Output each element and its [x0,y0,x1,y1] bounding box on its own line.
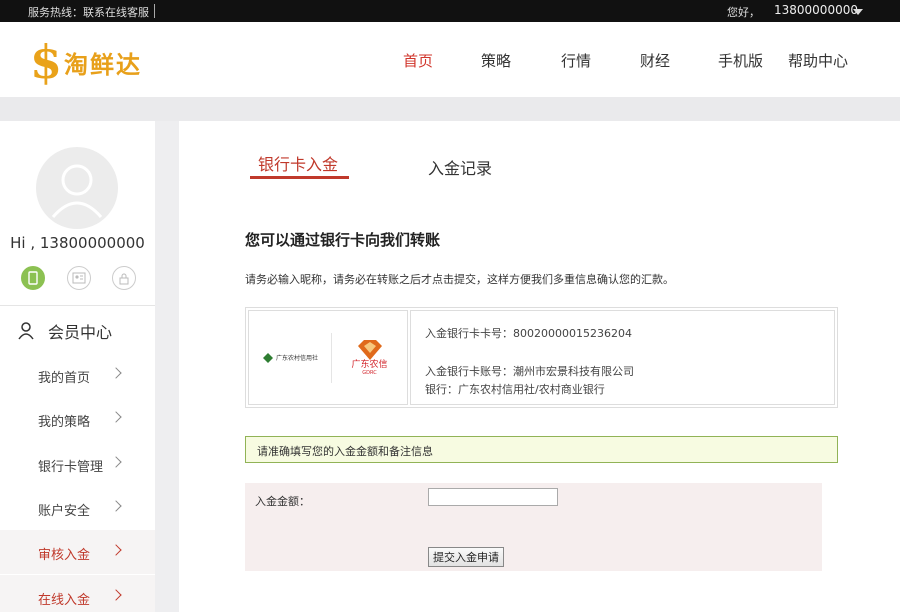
avatar[interactable] [36,147,118,229]
bank-logos: 广东农村信用社 广东农信 GDRC [248,310,408,405]
verification-icons [21,266,136,290]
chevron-down-icon[interactable] [853,9,863,15]
chevron-right-icon [110,500,122,512]
submit-deposit-button[interactable]: 提交入金申请 [428,547,504,567]
chevron-right-icon [110,589,122,601]
member-center-label: 会员中心 [48,323,113,342]
user-greeting: Hi , 13800000000 [10,234,145,252]
hint-banner: 请准确填写您的入金金额和备注信息 [245,436,838,463]
sidebar-item-online-deposit[interactable]: 在线入金 [0,575,155,612]
main-content: 银行卡入金 入金记录 您可以通过银行卡向我们转账 请务必输入昵称，请务必在转账之… [179,121,900,612]
sidebar-item-home[interactable]: 我的首页 [0,353,155,397]
account-name: 入金银行卡账号：潮州市宏景科技有限公司 [425,365,634,378]
sidebar-divider [0,305,155,306]
sidebar-item-label: 银行卡管理 [38,460,104,475]
gdrc-logo: 广东农信 GDRC [332,339,407,376]
sidebar-item-label: 审核入金 [38,548,91,563]
nav-strategy[interactable]: 策略 [481,50,511,71]
rcc-logo: 广东农村信用社 [249,352,331,364]
rcc-logo-icon [262,352,273,363]
hotline-text: 服务热线：联系在线客服 [28,6,149,19]
card-number: 入金银行卡卡号：80020000015236204 [425,327,632,340]
logo[interactable]: $ 淘鲜达 [30,38,142,86]
deposit-form: 入金金额： 提交入金申请 [245,483,822,571]
greeting-text: 您好， [727,6,760,19]
topbar-divider [154,4,155,18]
sidebar-item-label: 在线入金 [38,593,91,608]
sidebar-item-bank-card[interactable]: 银行卡管理 [0,442,155,486]
bank-details: 入金银行卡卡号：80020000015236204 入金银行卡账号：潮州市宏景科… [410,310,835,405]
top-bar: 服务热线：联系在线客服 您好， 13800000000 [0,0,900,22]
chevron-right-icon [110,544,122,556]
tab-deposit-records[interactable]: 入金记录 [428,155,492,179]
page-title: 您可以通过银行卡向我们转账 [245,231,441,249]
bank-name: 银行：广东农村信用社/农村商业银行 [425,383,605,396]
active-tab-indicator [250,176,349,179]
lock-icon[interactable] [112,266,136,290]
amount-input[interactable] [428,488,558,506]
nav-mobile[interactable]: 手机版 [718,50,763,71]
nav-finance[interactable]: 财经 [640,50,670,71]
id-card-icon[interactable] [66,266,91,290]
gdrc-logo-text: 广东农信 [351,360,388,370]
sidebar-item-deposit-review[interactable]: 审核入金 [0,530,155,574]
user-menu[interactable]: 13800000000 [774,3,858,17]
tab-bank-deposit[interactable]: 银行卡入金 [258,151,338,175]
gdrc-logo-sub: GDRC [362,370,377,376]
nav-help[interactable]: 帮助中心 [788,50,848,71]
header-band [0,97,900,121]
phone-verified-icon[interactable] [21,266,45,290]
chevron-right-icon [110,456,122,468]
logo-text: 淘鲜达 [64,50,143,79]
user-icon [18,322,34,340]
member-center-title: 会员中心 [18,319,112,343]
sidebar-item-security[interactable]: 账户安全 [0,486,155,530]
nav-home[interactable]: 首页 [403,50,433,71]
chevron-right-icon [110,367,122,379]
sidebar-item-label: 账户安全 [38,504,91,519]
user-avatar-icon [51,164,103,218]
sidebar-item-strategy[interactable]: 我的策略 [0,397,155,441]
chevron-right-icon [110,411,122,423]
rcc-logo-text: 广东农村信用社 [275,355,318,362]
sidebar-item-label: 我的策略 [38,415,91,430]
sidebar-item-label: 我的首页 [38,371,91,386]
logo-dollar-icon: $ [30,35,63,89]
nav-market[interactable]: 行情 [561,50,591,71]
notice-text: 请务必输入昵称，请务必在转账之后才点击提交，这样方便我们多重信息确认您的汇款。 [245,273,674,286]
site-header: $ 淘鲜达 首页 策略 行情 财经 手机版 帮助中心 [0,22,900,97]
sidebar: Hi , 13800000000 会员中心 我的首页 我的策略 银行卡管理 账户… [0,121,155,612]
amount-label: 入金金额： [255,495,310,508]
bank-info-box: 广东农村信用社 广东农信 GDRC 入金银行卡卡号：80020000015236… [245,307,838,408]
gdrc-diamond-icon [357,340,382,360]
